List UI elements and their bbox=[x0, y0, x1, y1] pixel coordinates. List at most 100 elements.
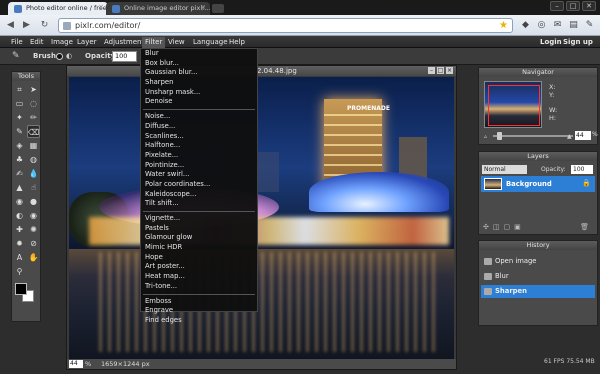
filter-menu-item[interactable]: Glamour glow bbox=[141, 233, 257, 243]
wrench-icon[interactable]: ✎ bbox=[584, 19, 595, 31]
menu-adjustment[interactable]: Adjustment bbox=[104, 38, 144, 46]
spot-heal-tool-icon[interactable]: ✚ bbox=[13, 223, 26, 236]
filter-menu-item[interactable]: Heat map... bbox=[141, 272, 257, 282]
back-arrow-icon[interactable]: ◀ bbox=[4, 19, 17, 32]
menu-view[interactable]: View bbox=[168, 38, 185, 46]
filter-menu-item[interactable]: Art poster... bbox=[141, 262, 257, 272]
tab-close-icon[interactable]: × bbox=[98, 3, 104, 11]
layer-styles-icon[interactable]: ▣ bbox=[514, 223, 521, 231]
layer-row[interactable]: Background 🔒 bbox=[481, 176, 595, 192]
filter-menu-item[interactable]: Engrave bbox=[141, 306, 257, 316]
reload-icon[interactable]: ↻ bbox=[38, 19, 51, 32]
address-bar[interactable]: pixlr.com/editor/ ★ bbox=[58, 18, 513, 33]
dodge-tool-icon[interactable]: ● bbox=[27, 195, 40, 208]
hand-tool-icon[interactable]: ✋ bbox=[27, 251, 40, 264]
filter-menu-item[interactable]: Hope bbox=[141, 253, 257, 263]
filter-menu-item[interactable]: Pixelate... bbox=[141, 151, 257, 161]
image-window-titlebar[interactable]: 2.04.48.jpg – □ × bbox=[67, 66, 456, 76]
smudge-tool-icon[interactable]: ☝ bbox=[27, 181, 40, 194]
filter-menu-item[interactable]: Diffuse... bbox=[141, 122, 257, 132]
burn-tool-icon[interactable]: ◐ bbox=[13, 209, 26, 222]
filter-menu-item[interactable]: Denoise bbox=[141, 97, 257, 107]
bucket-tool-icon[interactable]: ◈ bbox=[13, 139, 26, 152]
bloat-tool-icon[interactable]: ✺ bbox=[27, 223, 40, 236]
blend-mode-select[interactable]: Normal bbox=[482, 165, 527, 174]
color-replace-tool-icon[interactable]: ◍ bbox=[27, 153, 40, 166]
delete-layer-icon[interactable]: 🗑 bbox=[580, 223, 589, 231]
zoom-input[interactable]: 44 bbox=[69, 360, 83, 368]
menu-help[interactable]: Help bbox=[229, 38, 245, 46]
zoom-in-icon[interactable]: ▲ bbox=[567, 133, 572, 140]
signup-link[interactable]: Sign up bbox=[563, 38, 593, 46]
filter-menu-item[interactable]: Pointinize... bbox=[141, 161, 257, 171]
brush-preset-picker[interactable] bbox=[56, 53, 63, 60]
menu-filter[interactable]: Filter bbox=[142, 37, 166, 48]
crop-tool-icon[interactable]: ⌗ bbox=[13, 83, 26, 96]
filter-menu-item[interactable]: Find edges bbox=[141, 316, 257, 326]
navigator-thumbnail[interactable] bbox=[484, 81, 542, 128]
browser-tab-active[interactable]: Photo editor online / free... × bbox=[8, 2, 108, 15]
image-minimize-icon[interactable]: – bbox=[428, 67, 435, 74]
filter-menu-item[interactable]: Pastels bbox=[141, 224, 257, 234]
lock-icon[interactable]: 🔒 bbox=[582, 179, 591, 187]
forward-arrow-icon[interactable]: ▶ bbox=[20, 19, 33, 32]
menu-edit[interactable]: Edit bbox=[30, 38, 44, 46]
image-maximize-icon[interactable]: □ bbox=[437, 67, 444, 74]
color-picker-tool-icon[interactable]: ⊘ bbox=[27, 237, 40, 250]
layer-settings-icon[interactable]: ✣ bbox=[483, 223, 489, 231]
zoom-tool-icon[interactable]: ⚲ bbox=[13, 265, 26, 278]
layer-opacity-input[interactable]: 100 bbox=[571, 165, 593, 174]
filter-menu-item[interactable]: Unsharp mask... bbox=[141, 88, 257, 98]
menu-image[interactable]: Image bbox=[51, 38, 73, 46]
page-menu-icon[interactable]: ▤ bbox=[568, 19, 579, 31]
filter-menu-item[interactable]: Box blur... bbox=[141, 59, 257, 69]
menu-file[interactable]: File bbox=[11, 38, 23, 46]
new-layer-icon[interactable]: ▢ bbox=[504, 223, 511, 231]
sponge-tool-icon[interactable]: ◉ bbox=[13, 195, 26, 208]
filter-menu-item[interactable]: Vignette... bbox=[141, 214, 257, 224]
pinch-tool-icon[interactable]: ✹ bbox=[13, 237, 26, 250]
red-eye-tool-icon[interactable]: ◉ bbox=[27, 209, 40, 222]
filter-menu-item[interactable]: Halftone... bbox=[141, 141, 257, 151]
menu-layer[interactable]: Layer bbox=[77, 38, 97, 46]
filter-menu-item[interactable]: Mimic HDR bbox=[141, 243, 257, 253]
lasso-tool-icon[interactable]: ◌ bbox=[27, 97, 40, 110]
gradient-tool-icon[interactable]: ▦ bbox=[27, 139, 40, 152]
navigator-zoom-input[interactable]: 44 bbox=[575, 131, 591, 140]
opacity-input[interactable]: 100 bbox=[112, 51, 137, 62]
image-close-icon[interactable]: × bbox=[446, 67, 453, 74]
navigator-zoom-handle[interactable] bbox=[497, 132, 502, 140]
minimize-button[interactable]: – bbox=[550, 1, 564, 11]
extension-icon[interactable]: ◆ bbox=[520, 19, 531, 31]
filter-menu-item[interactable]: Scanlines... bbox=[141, 132, 257, 142]
marquee-tool-icon[interactable]: ▭ bbox=[13, 97, 26, 110]
browser-tab-inactive[interactable]: Online image editor pixlr... × bbox=[106, 2, 210, 15]
filter-menu-item[interactable]: Water swirl... bbox=[141, 170, 257, 180]
eraser-tool-icon[interactable]: ⌫ bbox=[27, 125, 40, 138]
foreground-color-swatch[interactable] bbox=[15, 283, 27, 295]
brush-tool-icon[interactable]: ✎ bbox=[13, 125, 26, 138]
sharpen-tool-icon[interactable]: ▲ bbox=[13, 181, 26, 194]
navigator-zoom-slider[interactable] bbox=[493, 135, 573, 137]
blur-tool-icon[interactable]: 💧 bbox=[27, 167, 40, 180]
extension-icon[interactable]: ✉ bbox=[552, 19, 563, 31]
filter-menu-item[interactable]: Polar coordinates... bbox=[141, 180, 257, 190]
history-item[interactable]: Blur bbox=[481, 270, 595, 283]
move-tool-icon[interactable]: ➤ bbox=[27, 83, 40, 96]
drawing-tool-icon[interactable]: ✍ bbox=[13, 167, 26, 180]
history-item[interactable]: Open image bbox=[481, 255, 595, 268]
wand-tool-icon[interactable]: ✦ bbox=[13, 111, 26, 124]
filter-menu-item[interactable]: Gaussian blur... bbox=[141, 68, 257, 78]
maximize-button[interactable]: □ bbox=[566, 1, 580, 11]
zoom-out-icon[interactable]: ▵ bbox=[484, 133, 487, 140]
filter-menu-item[interactable]: Emboss bbox=[141, 297, 257, 307]
history-item-selected[interactable]: Sharpen bbox=[481, 285, 595, 298]
tab-close-icon[interactable]: × bbox=[200, 3, 206, 11]
bookmark-star-icon[interactable]: ★ bbox=[499, 19, 508, 32]
stamp-tool-icon[interactable]: ♣ bbox=[13, 153, 26, 166]
filter-menu-item[interactable]: Sharpen bbox=[141, 78, 257, 88]
close-window-button[interactable]: ✕ bbox=[582, 1, 596, 11]
filter-menu-item[interactable]: Tilt shift... bbox=[141, 199, 257, 209]
filter-menu-item[interactable]: Blur bbox=[141, 49, 257, 59]
photo-canvas[interactable]: PROMENADE bbox=[69, 77, 454, 360]
